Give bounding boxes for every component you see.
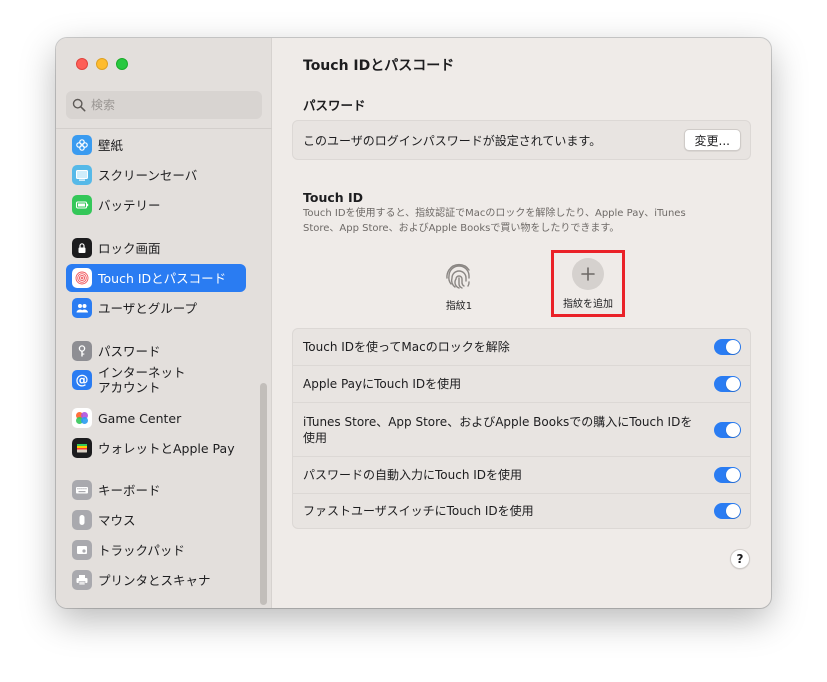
zoom-window-button[interactable]: [116, 58, 128, 70]
apple-pay-toggle[interactable]: [714, 376, 741, 392]
toggle-row-apple-pay: Apple PayにTouch IDを使用: [293, 365, 750, 402]
password-status-text: このユーザのログインパスワードが設定されています。: [303, 133, 602, 148]
highlight-box: [551, 250, 625, 317]
sidebar-item-wallpaper[interactable]: 壁紙: [66, 131, 246, 159]
minimize-window-button[interactable]: [96, 58, 108, 70]
sidebar-item-printers[interactable]: プリンタとスキャナ: [66, 566, 246, 594]
sidebar-item-label: ロック画面: [98, 240, 161, 256]
screensaver-icon: [72, 165, 92, 185]
at-icon: @: [72, 370, 92, 390]
window-controls: [76, 58, 128, 70]
battery-icon: [72, 195, 92, 215]
wallpaper-icon: [72, 135, 92, 155]
toggle-row-store-purchases: iTunes Store、App Store、およびApple Booksでの購…: [293, 402, 750, 456]
search-icon: [72, 98, 86, 112]
sidebar-item-battery[interactable]: バッテリー: [66, 191, 246, 219]
sidebar-item-label: キーボード: [98, 482, 161, 498]
sidebar-item-label: 壁紙: [98, 137, 124, 153]
sidebar-item-label: トラックパッド: [98, 542, 185, 558]
fingerprint-icon: [446, 264, 470, 289]
search-input[interactable]: [91, 98, 251, 112]
toggle-label: iTunes Store、App Store、およびApple Booksでの購…: [303, 414, 693, 445]
toggle-label: ファストユーザスイッチにTouch IDを使用: [303, 504, 534, 518]
change-password-button[interactable]: 変更...: [683, 129, 741, 151]
settings-window: 壁紙 スクリーンセーバ バッテリー ロック画面: [56, 38, 771, 608]
sidebar-divider: [56, 128, 272, 129]
close-window-button[interactable]: [76, 58, 88, 70]
search-field[interactable]: [66, 91, 262, 119]
store-purchases-toggle[interactable]: [714, 421, 741, 438]
sidebar-item-internet-accounts[interactable]: @ インターネット アカウント: [66, 360, 246, 400]
toggle-row-password-autofill: パスワードの自動入力にTouch IDを使用: [293, 456, 750, 493]
lock-icon: [72, 238, 92, 258]
touchid-description: Touch IDを使用すると、指紋認証でMacのロックを解除したり、Apple …: [303, 208, 686, 234]
unlock-mac-toggle[interactable]: [714, 339, 741, 355]
sidebar-item-keyboard[interactable]: キーボード: [66, 476, 246, 504]
sidebar-item-label: Touch IDとパスコード: [98, 270, 227, 286]
key-icon: [72, 341, 92, 361]
touchid-section-heading: Touch ID: [303, 190, 364, 205]
fingerprint-icon: [72, 268, 92, 288]
sidebar-item-wallet[interactable]: ウォレットとApple Pay: [66, 434, 246, 462]
sidebar-list: 壁紙 スクリーンセーバ バッテリー ロック画面 Touch IDとパスコード ユ…: [56, 130, 272, 608]
wallet-icon: [72, 438, 92, 458]
users-icon: [72, 298, 92, 318]
trackpad-icon: [72, 540, 92, 560]
sidebar-item-screensaver[interactable]: スクリーンセーバ: [66, 161, 246, 189]
sidebar-item-label: Game Center: [98, 410, 182, 426]
sidebar-item-label: マウス: [98, 512, 136, 528]
sidebar-item-label: スクリーンセーバ: [98, 167, 198, 183]
sidebar-item-label: インターネット アカウント: [98, 365, 186, 395]
mouse-icon: [72, 510, 92, 530]
help-button[interactable]: ?: [730, 549, 750, 569]
touchid-options: Touch IDを使ってMacのロックを解除 Apple PayにTouch I…: [292, 328, 751, 529]
sidebar-item-users-groups[interactable]: ユーザとグループ: [66, 294, 246, 322]
fast-user-switching-toggle[interactable]: [714, 503, 741, 519]
fingerprint-1[interactable]: 指紋1: [419, 258, 499, 312]
toggle-label: パスワードの自動入力にTouch IDを使用: [303, 468, 523, 482]
fingerprint-1-label: 指紋1: [445, 301, 473, 312]
toggle-row-fast-user-switching: ファストユーザスイッチにTouch IDを使用: [293, 493, 750, 528]
sidebar-scrollbar[interactable]: [260, 383, 267, 605]
main-panel: Touch IDとパスコード パスワード このユーザのログインパスワードが設定さ…: [272, 38, 771, 608]
sidebar-item-label: プリンタとスキャナ: [98, 572, 211, 588]
password-box: このユーザのログインパスワードが設定されています。 変更...: [292, 120, 751, 160]
sidebar-item-label: バッテリー: [98, 197, 161, 213]
sidebar-item-touch-id[interactable]: Touch IDとパスコード: [66, 264, 246, 292]
keyboard-icon: [72, 480, 92, 500]
printer-icon: [72, 570, 92, 590]
sidebar-item-label: ユーザとグループ: [98, 300, 198, 316]
sidebar-item-label: パスワード: [98, 343, 161, 359]
game-center-icon: [72, 408, 92, 428]
sidebar-item-game-center[interactable]: Game Center: [66, 404, 246, 432]
sidebar: 壁紙 スクリーンセーバ バッテリー ロック画面: [56, 38, 272, 608]
password-section-heading: パスワード: [303, 98, 366, 113]
toggle-label: Touch IDを使ってMacのロックを解除: [303, 340, 510, 354]
sidebar-item-label: ウォレットとApple Pay: [98, 440, 235, 456]
password-autofill-toggle[interactable]: [714, 467, 741, 483]
sidebar-item-mouse[interactable]: マウス: [66, 506, 246, 534]
toggle-label: Apple PayにTouch IDを使用: [303, 377, 462, 391]
page-title: Touch IDとパスコード: [303, 58, 455, 74]
sidebar-item-trackpad[interactable]: トラックパッド: [66, 536, 246, 564]
toggle-row-unlock-mac: Touch IDを使ってMacのロックを解除: [293, 329, 750, 365]
sidebar-item-lock-screen[interactable]: ロック画面: [66, 234, 246, 262]
